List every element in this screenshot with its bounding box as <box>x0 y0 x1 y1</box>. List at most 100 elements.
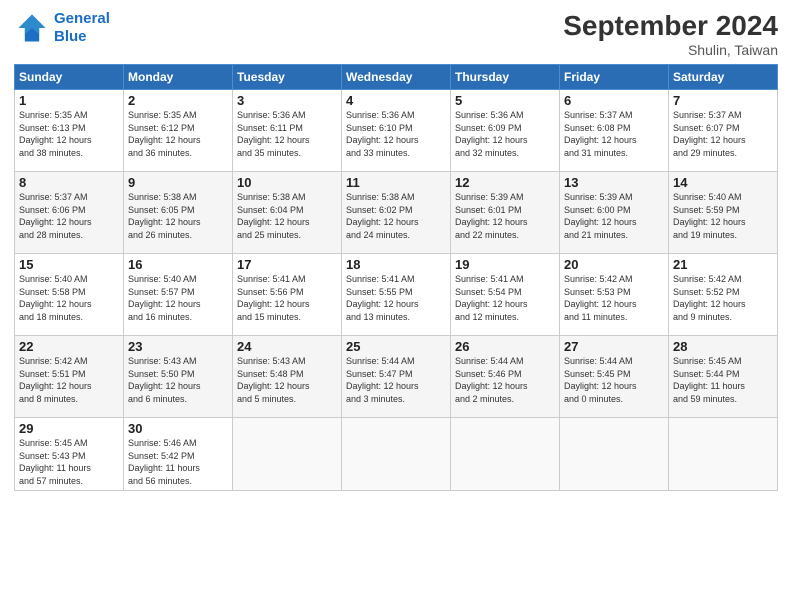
day-info: Sunrise: 5:43 AM Sunset: 5:50 PM Dayligh… <box>128 355 228 405</box>
day-number: 14 <box>673 175 773 190</box>
table-cell: 24Sunrise: 5:43 AM Sunset: 5:48 PM Dayli… <box>233 336 342 418</box>
table-cell: 12Sunrise: 5:39 AM Sunset: 6:01 PM Dayli… <box>451 172 560 254</box>
col-tuesday: Tuesday <box>233 65 342 90</box>
col-monday: Monday <box>124 65 233 90</box>
day-info: Sunrise: 5:39 AM Sunset: 6:00 PM Dayligh… <box>564 191 664 241</box>
day-number: 17 <box>237 257 337 272</box>
table-cell: 21Sunrise: 5:42 AM Sunset: 5:52 PM Dayli… <box>669 254 778 336</box>
table-cell: 20Sunrise: 5:42 AM Sunset: 5:53 PM Dayli… <box>560 254 669 336</box>
day-number: 8 <box>19 175 119 190</box>
col-friday: Friday <box>560 65 669 90</box>
table-cell: 19Sunrise: 5:41 AM Sunset: 5:54 PM Dayli… <box>451 254 560 336</box>
day-info: Sunrise: 5:43 AM Sunset: 5:48 PM Dayligh… <box>237 355 337 405</box>
table-cell: 27Sunrise: 5:44 AM Sunset: 5:45 PM Dayli… <box>560 336 669 418</box>
day-number: 27 <box>564 339 664 354</box>
table-cell: 28Sunrise: 5:45 AM Sunset: 5:44 PM Dayli… <box>669 336 778 418</box>
col-thursday: Thursday <box>451 65 560 90</box>
day-number: 3 <box>237 93 337 108</box>
day-info: Sunrise: 5:40 AM Sunset: 5:58 PM Dayligh… <box>19 273 119 323</box>
table-cell: 30Sunrise: 5:46 AM Sunset: 5:42 PM Dayli… <box>124 418 233 491</box>
table-cell: 18Sunrise: 5:41 AM Sunset: 5:55 PM Dayli… <box>342 254 451 336</box>
day-number: 23 <box>128 339 228 354</box>
day-number: 11 <box>346 175 446 190</box>
logo-line2: Blue <box>54 28 87 45</box>
calendar-table: Sunday Monday Tuesday Wednesday Thursday… <box>14 64 778 491</box>
logo-icon <box>14 10 50 46</box>
logo-line1: General <box>54 10 110 27</box>
day-number: 28 <box>673 339 773 354</box>
day-info: Sunrise: 5:36 AM Sunset: 6:09 PM Dayligh… <box>455 109 555 159</box>
table-cell: 4Sunrise: 5:36 AM Sunset: 6:10 PM Daylig… <box>342 90 451 172</box>
day-info: Sunrise: 5:46 AM Sunset: 5:42 PM Dayligh… <box>128 437 228 487</box>
day-info: Sunrise: 5:40 AM Sunset: 5:57 PM Dayligh… <box>128 273 228 323</box>
day-number: 4 <box>346 93 446 108</box>
day-number: 30 <box>128 421 228 436</box>
day-number: 16 <box>128 257 228 272</box>
table-cell: 5Sunrise: 5:36 AM Sunset: 6:09 PM Daylig… <box>451 90 560 172</box>
header: General Blue September 2024 Shulin, Taiw… <box>14 10 778 58</box>
day-number: 13 <box>564 175 664 190</box>
table-cell: 2Sunrise: 5:35 AM Sunset: 6:12 PM Daylig… <box>124 90 233 172</box>
table-cell: 25Sunrise: 5:44 AM Sunset: 5:47 PM Dayli… <box>342 336 451 418</box>
day-number: 22 <box>19 339 119 354</box>
day-info: Sunrise: 5:41 AM Sunset: 5:55 PM Dayligh… <box>346 273 446 323</box>
table-cell <box>342 418 451 491</box>
table-cell <box>560 418 669 491</box>
table-cell: 16Sunrise: 5:40 AM Sunset: 5:57 PM Dayli… <box>124 254 233 336</box>
table-cell: 29Sunrise: 5:45 AM Sunset: 5:43 PM Dayli… <box>15 418 124 491</box>
table-cell: 15Sunrise: 5:40 AM Sunset: 5:58 PM Dayli… <box>15 254 124 336</box>
day-info: Sunrise: 5:36 AM Sunset: 6:11 PM Dayligh… <box>237 109 337 159</box>
col-wednesday: Wednesday <box>342 65 451 90</box>
day-number: 21 <box>673 257 773 272</box>
day-number: 26 <box>455 339 555 354</box>
day-number: 2 <box>128 93 228 108</box>
table-cell: 10Sunrise: 5:38 AM Sunset: 6:04 PM Dayli… <box>233 172 342 254</box>
day-info: Sunrise: 5:37 AM Sunset: 6:06 PM Dayligh… <box>19 191 119 241</box>
logo-text: General Blue <box>54 10 110 46</box>
location-subtitle: Shulin, Taiwan <box>563 42 778 58</box>
day-info: Sunrise: 5:42 AM Sunset: 5:53 PM Dayligh… <box>564 273 664 323</box>
day-number: 29 <box>19 421 119 436</box>
table-cell: 1Sunrise: 5:35 AM Sunset: 6:13 PM Daylig… <box>15 90 124 172</box>
day-info: Sunrise: 5:45 AM Sunset: 5:44 PM Dayligh… <box>673 355 773 405</box>
day-info: Sunrise: 5:41 AM Sunset: 5:54 PM Dayligh… <box>455 273 555 323</box>
table-cell: 22Sunrise: 5:42 AM Sunset: 5:51 PM Dayli… <box>15 336 124 418</box>
day-info: Sunrise: 5:44 AM Sunset: 5:45 PM Dayligh… <box>564 355 664 405</box>
table-cell <box>451 418 560 491</box>
table-cell: 13Sunrise: 5:39 AM Sunset: 6:00 PM Dayli… <box>560 172 669 254</box>
table-cell: 8Sunrise: 5:37 AM Sunset: 6:06 PM Daylig… <box>15 172 124 254</box>
day-number: 15 <box>19 257 119 272</box>
day-number: 7 <box>673 93 773 108</box>
table-cell: 9Sunrise: 5:38 AM Sunset: 6:05 PM Daylig… <box>124 172 233 254</box>
table-cell: 17Sunrise: 5:41 AM Sunset: 5:56 PM Dayli… <box>233 254 342 336</box>
day-info: Sunrise: 5:45 AM Sunset: 5:43 PM Dayligh… <box>19 437 119 487</box>
day-info: Sunrise: 5:35 AM Sunset: 6:13 PM Dayligh… <box>19 109 119 159</box>
day-number: 6 <box>564 93 664 108</box>
table-cell: 26Sunrise: 5:44 AM Sunset: 5:46 PM Dayli… <box>451 336 560 418</box>
table-cell: 23Sunrise: 5:43 AM Sunset: 5:50 PM Dayli… <box>124 336 233 418</box>
col-saturday: Saturday <box>669 65 778 90</box>
table-cell: 14Sunrise: 5:40 AM Sunset: 5:59 PM Dayli… <box>669 172 778 254</box>
table-cell: 6Sunrise: 5:37 AM Sunset: 6:08 PM Daylig… <box>560 90 669 172</box>
day-number: 25 <box>346 339 446 354</box>
day-info: Sunrise: 5:36 AM Sunset: 6:10 PM Dayligh… <box>346 109 446 159</box>
page-container: General Blue September 2024 Shulin, Taiw… <box>0 0 792 501</box>
day-info: Sunrise: 5:44 AM Sunset: 5:46 PM Dayligh… <box>455 355 555 405</box>
table-cell: 7Sunrise: 5:37 AM Sunset: 6:07 PM Daylig… <box>669 90 778 172</box>
col-sunday: Sunday <box>15 65 124 90</box>
table-cell <box>669 418 778 491</box>
day-info: Sunrise: 5:41 AM Sunset: 5:56 PM Dayligh… <box>237 273 337 323</box>
day-info: Sunrise: 5:38 AM Sunset: 6:02 PM Dayligh… <box>346 191 446 241</box>
day-number: 12 <box>455 175 555 190</box>
day-number: 9 <box>128 175 228 190</box>
title-block: September 2024 Shulin, Taiwan <box>563 10 778 58</box>
day-info: Sunrise: 5:35 AM Sunset: 6:12 PM Dayligh… <box>128 109 228 159</box>
day-number: 5 <box>455 93 555 108</box>
month-title: September 2024 <box>563 10 778 42</box>
table-cell: 3Sunrise: 5:36 AM Sunset: 6:11 PM Daylig… <box>233 90 342 172</box>
header-row: Sunday Monday Tuesday Wednesday Thursday… <box>15 65 778 90</box>
day-info: Sunrise: 5:44 AM Sunset: 5:47 PM Dayligh… <box>346 355 446 405</box>
day-number: 1 <box>19 93 119 108</box>
day-info: Sunrise: 5:38 AM Sunset: 6:04 PM Dayligh… <box>237 191 337 241</box>
day-info: Sunrise: 5:40 AM Sunset: 5:59 PM Dayligh… <box>673 191 773 241</box>
